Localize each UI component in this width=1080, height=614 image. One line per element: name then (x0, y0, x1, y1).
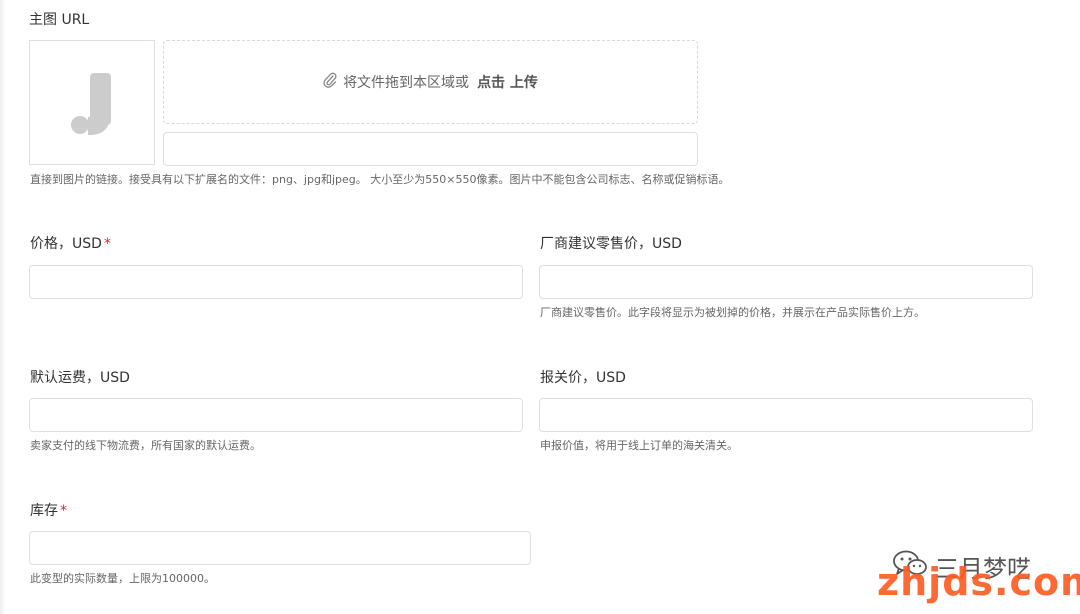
site-watermark: zhjds.com (877, 560, 1080, 604)
required-mark: * (103, 236, 111, 252)
msrp-label: 厂商建议零售价，USD (540, 236, 682, 252)
msrp-help: 厂商建议零售价。此字段将显示为被划掉的价格，并展示在产品实际售价上方。 (540, 306, 925, 319)
price-label: 价格，USD * (30, 234, 111, 254)
click-upload-link[interactable]: 点击 上传 (477, 72, 538, 92)
dropzone-text: 将文件拖到本区域或 (343, 75, 470, 91)
inventory-help: 此变型的实际数量，上限为100000。 (30, 572, 215, 585)
main-image-label: 主图 URL (29, 12, 90, 28)
paperclip-icon (323, 72, 337, 92)
image-upload-dropzone[interactable]: 将文件拖到本区域或 点击 上传 (163, 40, 698, 124)
shipping-label: 默认运费，USD (30, 370, 130, 386)
main-image-preview (29, 40, 155, 165)
customs-input[interactable] (539, 398, 1033, 432)
inventory-label-text: 库存 (30, 503, 58, 519)
left-edge-shadow (0, 0, 6, 614)
price-label-text: 价格，USD (30, 236, 102, 252)
shipping-input[interactable] (29, 398, 523, 432)
customs-label: 报关价，USD (540, 370, 626, 386)
price-input[interactable] (29, 265, 523, 299)
msrp-input[interactable] (539, 265, 1033, 299)
customs-help: 申报价值，将用于线上订单的海关清关。 (540, 439, 738, 452)
placeholder-j-logo-icon (71, 73, 111, 135)
main-image-url-input[interactable] (163, 132, 698, 166)
shipping-help: 卖家支付的线下物流费，所有国家的默认运费。 (30, 439, 261, 452)
inventory-label: 库存 * (30, 501, 67, 521)
main-image-help: 直接到图片的链接。接受具有以下扩展名的文件：png、jpg和jpeg。 大小至少… (30, 173, 730, 186)
inventory-input[interactable] (29, 531, 531, 565)
required-mark: * (60, 503, 67, 519)
